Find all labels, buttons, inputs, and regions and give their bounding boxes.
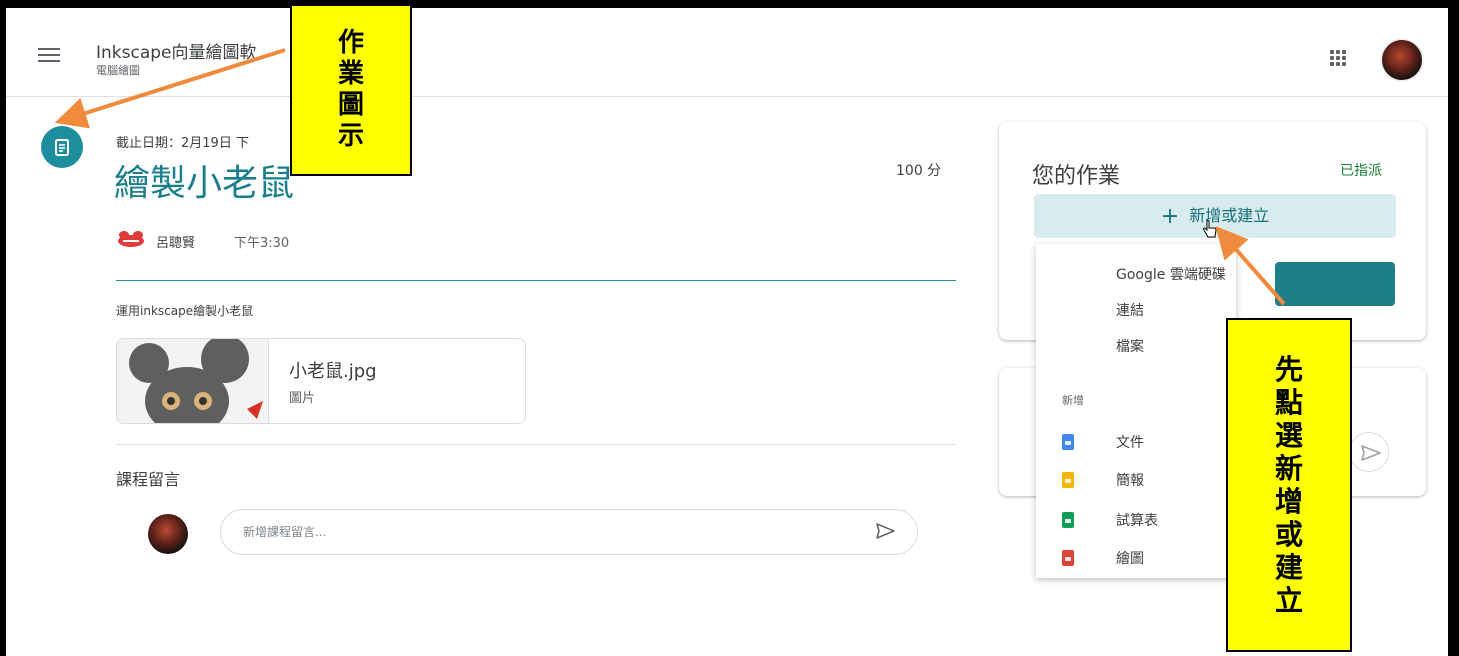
class-subtitle: 電腦繪圖 xyxy=(96,64,140,77)
attachment-thumbnail xyxy=(117,339,269,423)
menu-item-docs[interactable]: 文件 xyxy=(1116,432,1144,452)
class-comment-input[interactable]: 新增課程留言... xyxy=(220,509,918,555)
section-divider xyxy=(116,444,956,445)
note-char: 點 xyxy=(1274,386,1303,419)
menu-section-new: 新增 xyxy=(1062,394,1084,407)
note-char: 業 xyxy=(337,59,364,89)
note-char: 立 xyxy=(1274,584,1303,617)
menu-item-link[interactable]: 連結 xyxy=(1116,300,1144,320)
account-avatar[interactable] xyxy=(1380,38,1424,82)
comment-avatar xyxy=(148,514,188,554)
menu-item-drawings[interactable]: 繪圖 xyxy=(1116,548,1144,568)
menu-item-file[interactable]: 檔案 xyxy=(1116,336,1144,356)
assignment-icon xyxy=(41,126,83,168)
class-title[interactable]: Inkscape向量繪圖軟 xyxy=(96,38,257,63)
author-avatar-icon xyxy=(118,231,144,247)
class-comments-heading: 課程留言 xyxy=(116,470,181,489)
note-char: 增 xyxy=(1274,485,1303,518)
note-char: 建 xyxy=(1274,551,1303,584)
points-label: 100 分 xyxy=(896,163,942,179)
menu-item-google-drive[interactable]: Google 雲端硬碟 xyxy=(1116,264,1226,284)
assignment-description: 運用inkscape繪製小老鼠 xyxy=(116,304,254,318)
plus-icon: + xyxy=(1160,204,1180,229)
note-char: 示 xyxy=(337,121,364,151)
title-divider xyxy=(116,280,956,281)
author-name: 呂聰賢 xyxy=(156,236,196,251)
private-comment-send-icon[interactable] xyxy=(1349,432,1389,472)
attachment-name: 小老鼠.jpg xyxy=(289,361,377,382)
hand-cursor-icon xyxy=(1203,220,1217,238)
slides-icon xyxy=(1062,472,1074,488)
note-char: 作 xyxy=(337,28,364,58)
annotation-add-create-note: 先 點 選 新 增 或 建 立 xyxy=(1226,318,1352,652)
attachment-type: 圖片 xyxy=(289,391,316,406)
assignment-title: 繪製小老鼠 xyxy=(114,163,295,204)
top-bar: Inkscape向量繪圖軟 電腦繪圖 xyxy=(6,8,1448,97)
due-date: 截止日期：2月19日 下 xyxy=(116,136,249,151)
note-char: 先 xyxy=(1274,353,1303,386)
note-char: 新 xyxy=(1274,452,1303,485)
note-char: 或 xyxy=(1274,518,1303,551)
menu-icon[interactable] xyxy=(38,48,60,64)
sheets-icon xyxy=(1062,512,1074,528)
note-char: 圖 xyxy=(337,90,364,120)
mark-as-done-button[interactable] xyxy=(1275,262,1395,306)
note-char: 選 xyxy=(1274,419,1303,452)
status-badge: 已指派 xyxy=(1340,163,1382,179)
send-icon[interactable] xyxy=(874,520,896,542)
menu-item-sheets[interactable]: 試算表 xyxy=(1116,510,1158,530)
annotation-assignment-icon-note: 作 業 圖 示 xyxy=(290,4,412,176)
posted-time: 下午3:30 xyxy=(234,236,290,251)
docs-icon xyxy=(1062,434,1074,450)
drawings-icon xyxy=(1062,550,1074,566)
menu-item-slides[interactable]: 簡報 xyxy=(1116,470,1144,490)
attachment-card[interactable]: 小老鼠.jpg 圖片 xyxy=(116,338,526,424)
add-create-menu: Google 雲端硬碟 連結 檔案 新增 文件 簡報 試算表 繪圖 xyxy=(1036,244,1236,578)
google-apps-icon[interactable] xyxy=(1330,50,1346,66)
your-work-title: 您的作業 xyxy=(1032,164,1121,189)
